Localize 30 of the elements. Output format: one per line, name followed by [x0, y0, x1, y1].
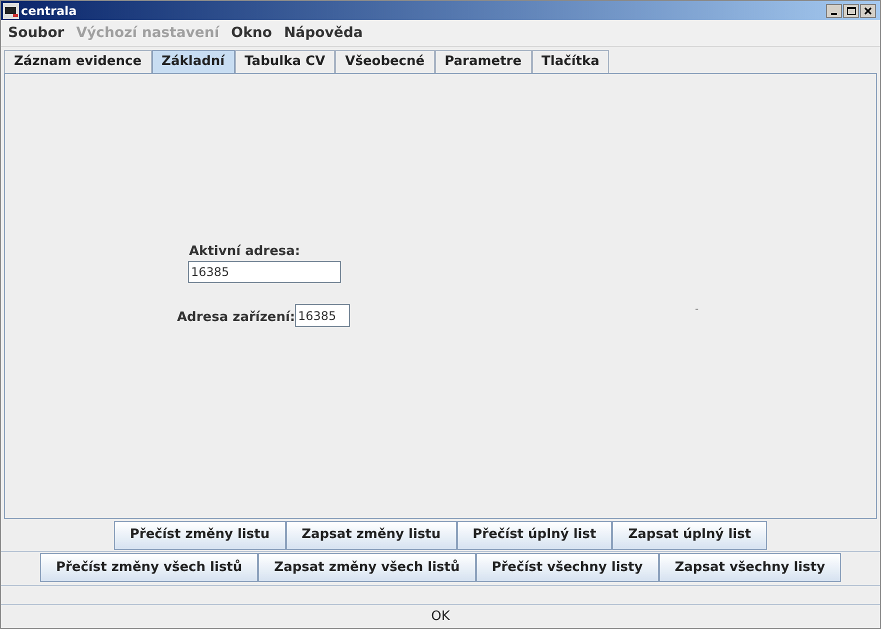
window-title: centrala [21, 2, 77, 20]
tab[interactable]: Tabulka CV [234, 50, 336, 73]
dash-text: - [695, 303, 699, 317]
action-button[interactable]: Přečíst úplný list [456, 520, 612, 550]
action-button[interactable]: Přečíst změny všech listů [40, 553, 258, 582]
action-button[interactable]: Zapsat změny listu [286, 520, 457, 550]
tab[interactable]: Záznam evidence [4, 50, 152, 73]
tab[interactable]: Tlačítka [532, 50, 610, 73]
action-button[interactable]: Zapsat změny všech listů [258, 553, 476, 582]
input-field[interactable]: 16385 [295, 304, 350, 327]
action-button[interactable]: Přečíst změny listu [114, 520, 286, 550]
minimize-button[interactable] [826, 4, 842, 18]
menu-item[interactable]: Nápověda [284, 22, 363, 44]
menu-item[interactable]: Soubor [8, 22, 64, 44]
tab[interactable]: Všeobecné [335, 50, 435, 73]
close-button[interactable] [860, 4, 876, 18]
field-label: Adresa zařízení: [177, 309, 296, 327]
maximize-icon [846, 6, 856, 14]
maximize-button[interactable] [843, 4, 859, 18]
action-button[interactable]: Přečíst všechny listy [476, 553, 659, 582]
close-icon [864, 6, 872, 14]
tab[interactable]: Základní [152, 50, 235, 73]
input-field[interactable]: 16385 [188, 261, 341, 283]
ok-button[interactable]: OK [1, 605, 880, 628]
minimize-icon [831, 12, 837, 14]
menu-item[interactable]: Okno [231, 22, 272, 44]
field-label: Aktivní adresa: [189, 243, 300, 261]
action-button[interactable]: Zapsat úplný list [612, 520, 768, 550]
tab[interactable]: Parametre [434, 50, 532, 73]
action-button[interactable]: Zapsat všechny listy [658, 553, 842, 582]
